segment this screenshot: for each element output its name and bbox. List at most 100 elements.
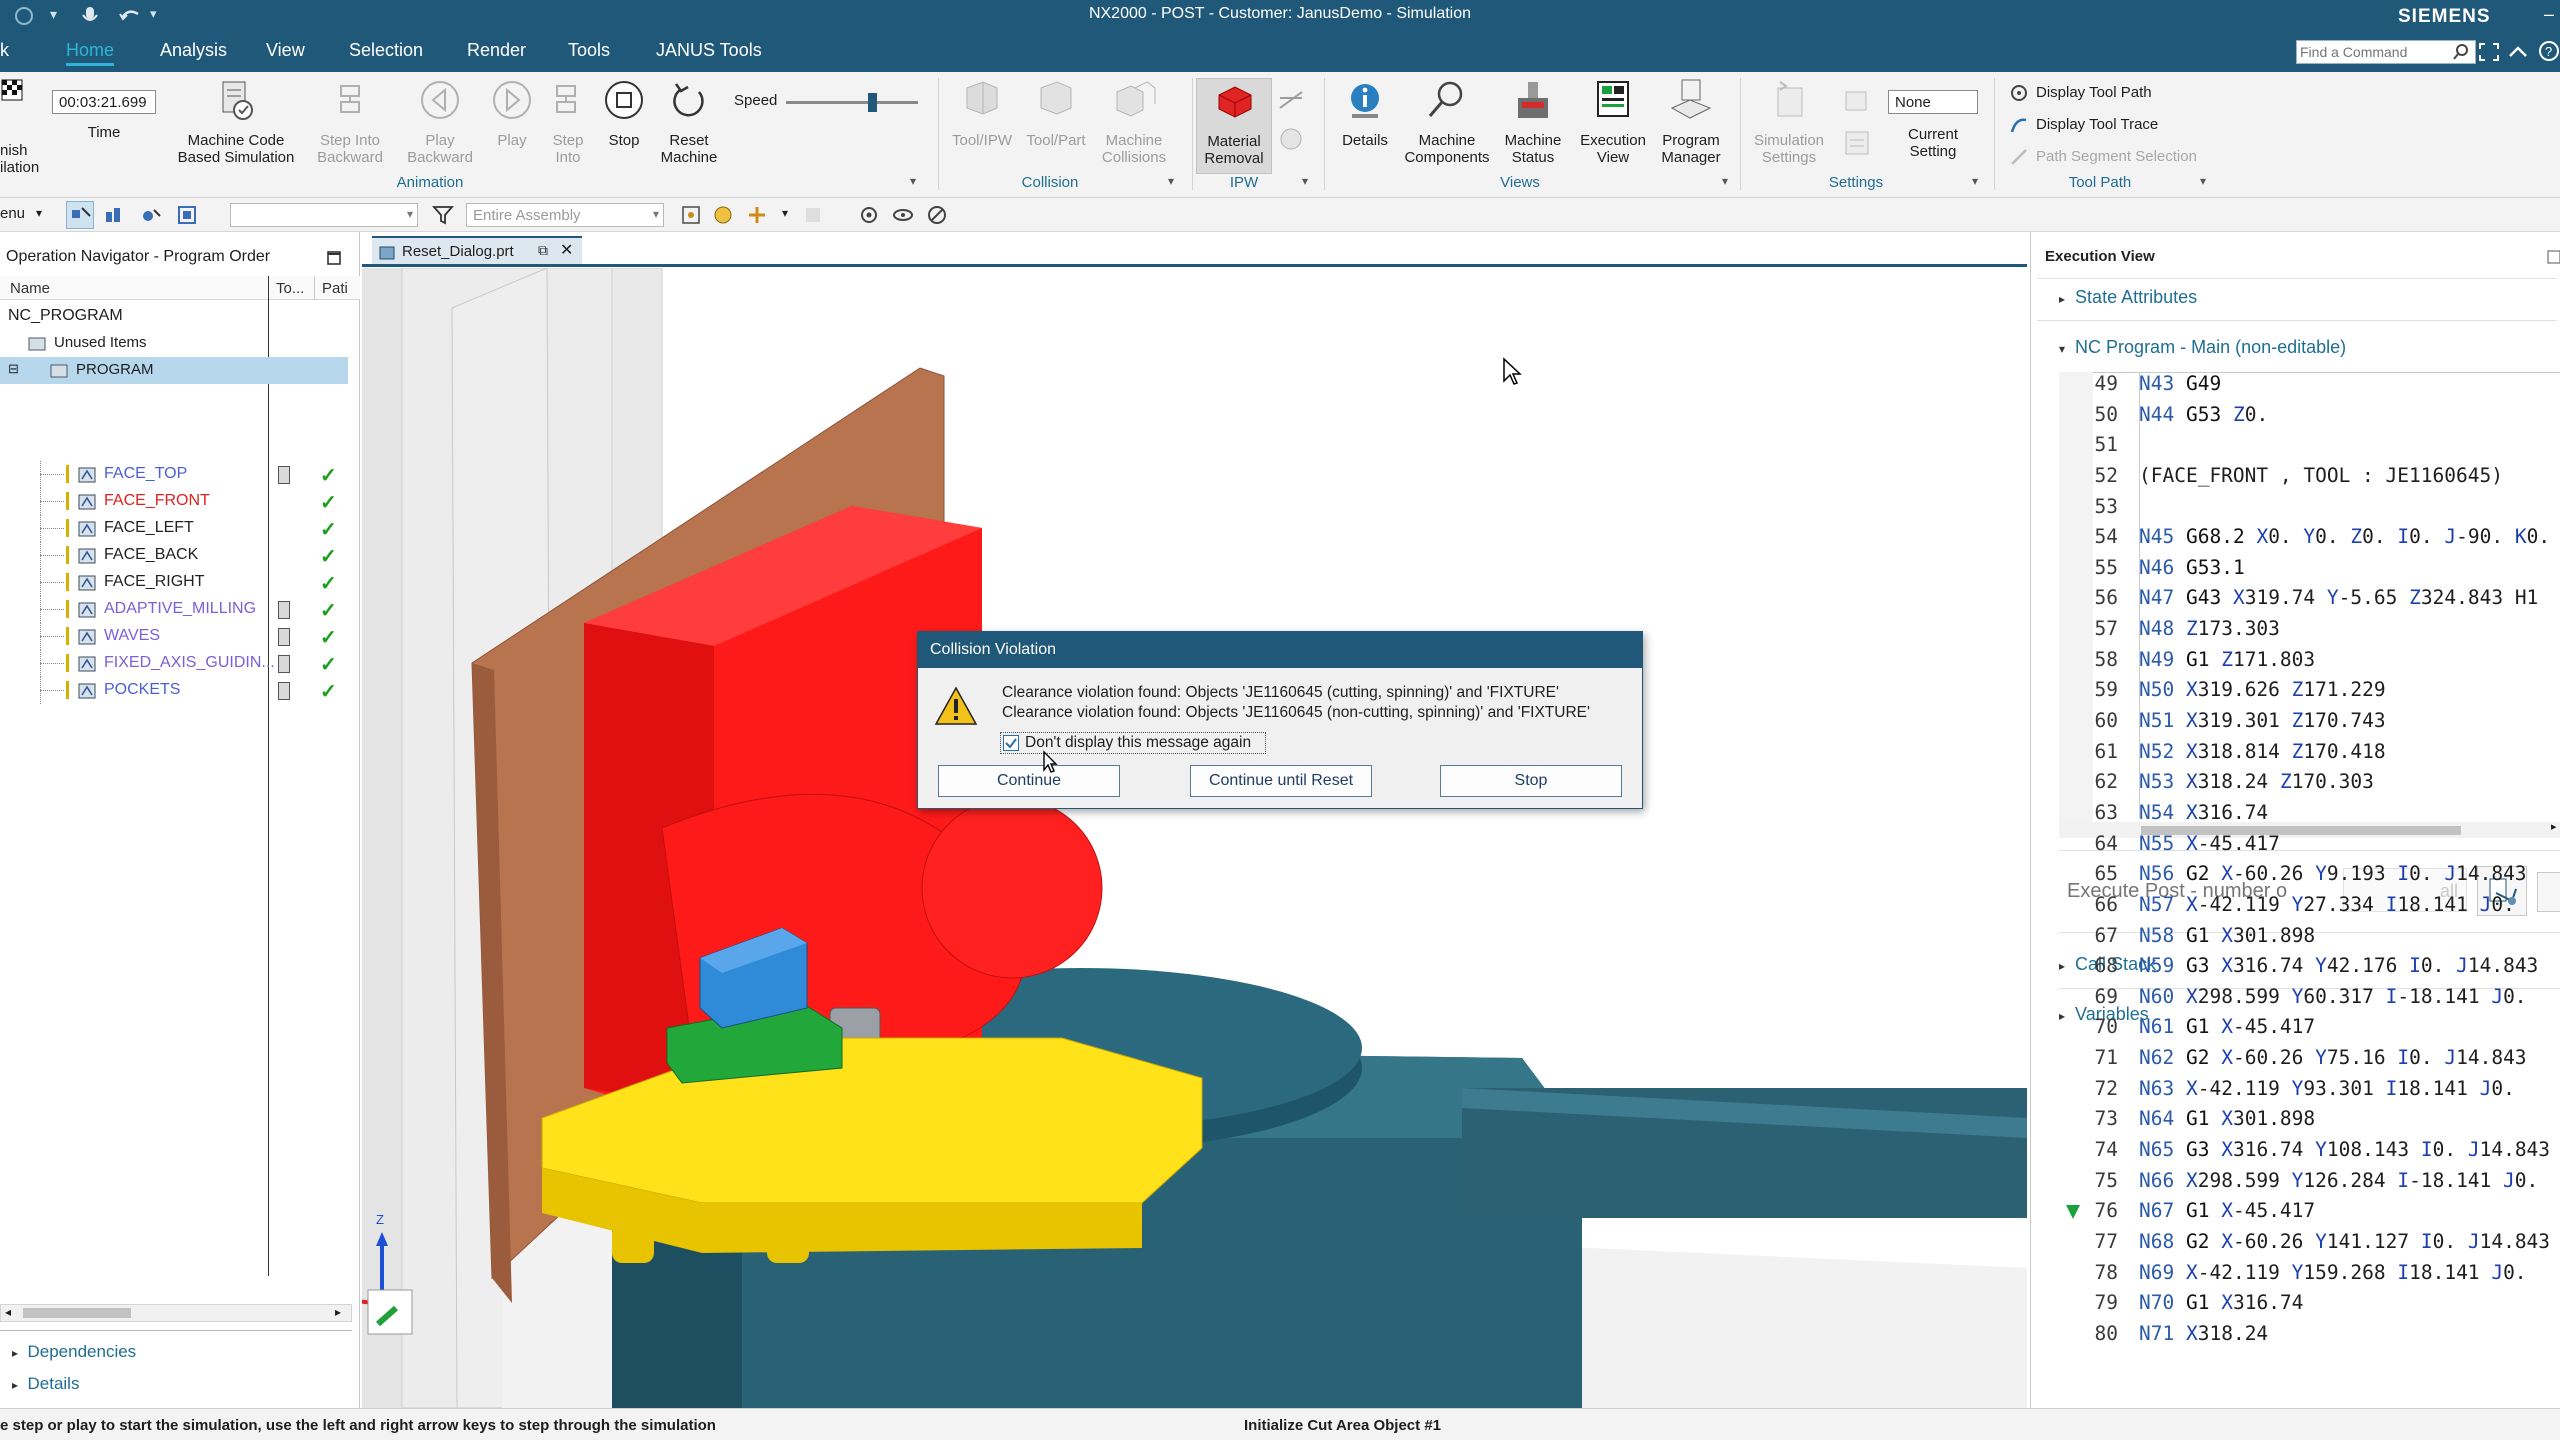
settings-option-icon[interactable] xyxy=(1842,88,1872,116)
code-line[interactable]: N46 G53.1 xyxy=(2139,556,2245,579)
collision-more-icon[interactable]: ▾ xyxy=(1168,174,1174,188)
minimize-icon[interactable]: – xyxy=(2544,4,2554,25)
menu-analysis[interactable]: Analysis xyxy=(160,40,227,61)
code-line[interactable]: N58 G1 X301.898 xyxy=(2139,924,2315,947)
document-tab[interactable]: Reset_Dialog.prt ⧉ ✕ xyxy=(372,236,582,264)
code-line[interactable]: N71 X318.24 xyxy=(2139,1322,2268,1345)
play-button[interactable]: Play xyxy=(486,78,538,149)
continue-until-reset-button[interactable]: Continue until Reset xyxy=(1190,765,1372,797)
stop-dialog-button[interactable]: Stop xyxy=(1440,765,1622,797)
code-line[interactable]: N47 G43 X319.74 Y-5.65 Z324.843 H1 xyxy=(2139,586,2538,609)
simulation-settings-button[interactable]: Simulation Settings xyxy=(1746,78,1832,166)
show-hide-icon[interactable] xyxy=(858,204,880,226)
code-line[interactable]: N66 X298.599 Y126.284 I-18.141 J0. xyxy=(2139,1169,2538,1192)
code-line[interactable]: N52 X318.814 Z170.418 xyxy=(2139,740,2386,763)
dont-display-checkbox[interactable] xyxy=(1003,735,1019,751)
nc-program-section[interactable]: ▾ NC Program - Main (non-editable) xyxy=(2059,337,2346,358)
code-line[interactable]: N69 X-42.119 Y159.268 I18.141 J0. xyxy=(2139,1261,2527,1284)
operation-row[interactable]: ADAPTIVE_MILLING ✓ xyxy=(0,596,360,623)
code-line[interactable]: N43 G49 xyxy=(2139,372,2221,395)
code-line[interactable]: N67 G1 X-45.417 xyxy=(2139,1199,2315,1222)
type-filter-dropdown[interactable]: ▾ xyxy=(230,203,418,227)
continue-button[interactable]: Continue xyxy=(938,765,1120,797)
code-line[interactable]: N57 X-42.119 Y27.334 I18.141 J0. xyxy=(2139,893,2515,916)
menu-selection[interactable]: Selection xyxy=(349,40,423,61)
graphics-window[interactable]: Reset_Dialog.prt ⧉ ✕ Z xyxy=(362,232,2027,1408)
view-visibility-icon[interactable] xyxy=(892,204,914,226)
code-line[interactable]: N61 G1 X-45.417 xyxy=(2139,1015,2315,1038)
snap-point-icon[interactable] xyxy=(680,204,702,226)
scroll-left-icon[interactable]: ◂ xyxy=(5,1305,11,1319)
code-line[interactable]: N62 G2 X-60.26 Y75.16 I0. J14.843 xyxy=(2139,1046,2527,1069)
material-removal-button[interactable]: Material Removal xyxy=(1196,78,1272,174)
code-line[interactable]: N64 G1 X301.898 xyxy=(2139,1107,2315,1130)
operation-row[interactable]: FACE_FRONT ✓ xyxy=(0,488,360,515)
horizontal-scrollbar[interactable]: ◂ ▸ xyxy=(0,1304,352,1322)
code-line[interactable]: N49 G1 Z171.803 xyxy=(2139,648,2315,671)
machine-collisions-button[interactable]: Machine Collisions xyxy=(1094,78,1174,166)
code-line[interactable]: N51 X319.301 Z170.743 xyxy=(2139,709,2386,732)
tool-path-more-icon[interactable]: ▾ xyxy=(2200,174,2206,188)
search-icon[interactable] xyxy=(2452,43,2470,61)
execute-options-button[interactable] xyxy=(2537,872,2560,912)
find-command-input[interactable] xyxy=(2300,43,2450,61)
collapse-ribbon-icon[interactable] xyxy=(2508,44,2528,58)
code-line[interactable]: N53 X318.24 Z170.303 xyxy=(2139,770,2374,793)
code-line[interactable]: N45 G68.2 X0. Y0. Z0. I0. J-90. K0. xyxy=(2139,525,2550,548)
code-line[interactable]: N68 G2 X-60.26 Y141.127 I0. J14.843 xyxy=(2139,1230,2550,1253)
code-line[interactable]: N50 X319.626 Z171.229 xyxy=(2139,678,2386,701)
filter-icon[interactable] xyxy=(432,204,454,226)
select-object-icon[interactable] xyxy=(140,204,162,226)
menu-file-partial[interactable]: k xyxy=(0,40,9,61)
select-feature-icon[interactable] xyxy=(104,204,126,226)
close-tab-icon[interactable]: ✕ xyxy=(560,240,573,260)
collapse-icon[interactable]: ⊟ xyxy=(8,361,19,377)
code-hscrollbar[interactable]: ▸ xyxy=(2061,820,2560,838)
tab-float-icon[interactable]: ⧉ xyxy=(538,242,548,259)
column-name[interactable]: Name xyxy=(10,280,50,297)
animation-more-icon[interactable]: ▾ xyxy=(910,174,916,188)
play-backward-button[interactable]: Play Backward xyxy=(398,78,482,166)
tree-row-nc-program[interactable]: NC_PROGRAM xyxy=(0,303,360,330)
operation-row[interactable]: POCKETS ✓ xyxy=(0,677,360,704)
menu-tools[interactable]: Tools xyxy=(568,40,610,61)
clear-selection-icon[interactable] xyxy=(926,204,948,226)
dependencies-section[interactable]: ▸ Dependencies xyxy=(12,1342,136,1362)
scroll-right-icon[interactable]: ▸ xyxy=(335,1305,341,1319)
menu-home[interactable]: Home xyxy=(66,40,115,66)
operation-row[interactable]: FACE_BACK ✓ xyxy=(0,542,360,569)
operation-row[interactable]: FACE_RIGHT ✓ xyxy=(0,569,360,596)
menu-dropdown[interactable]: enu xyxy=(0,205,25,222)
current-setting-field[interactable]: None xyxy=(1888,90,1978,114)
maximize-panel-icon[interactable] xyxy=(2547,250,2560,264)
scroll-thumb[interactable] xyxy=(23,1308,131,1318)
column-tool[interactable]: To... xyxy=(276,280,304,297)
speed-slider-thumb[interactable] xyxy=(868,93,877,112)
settings-more-icon[interactable]: ▾ xyxy=(1972,174,1978,188)
help-icon[interactable]: ? xyxy=(2538,40,2560,62)
find-command-box[interactable] xyxy=(2296,40,2476,64)
step-into-button[interactable]: Step Into xyxy=(542,78,594,166)
tool-part-button[interactable]: Tool/Part xyxy=(1018,78,1094,149)
operation-row[interactable]: FACE_LEFT ✓ xyxy=(0,515,360,542)
menu-janus-tools[interactable]: JANUS Tools xyxy=(656,40,762,61)
ipw-more-icon[interactable]: ▾ xyxy=(1302,174,1308,188)
code-line[interactable]: N55 X-45.417 xyxy=(2139,832,2280,855)
views-more-icon[interactable]: ▾ xyxy=(1722,174,1728,188)
code-line[interactable]: N44 G53 Z0. xyxy=(2139,403,2268,426)
scroll-right-icon[interactable]: ▸ xyxy=(2551,820,2557,833)
snap-settings-icon[interactable] xyxy=(712,204,734,226)
assembly-scope-dropdown[interactable]: Entire Assembly ▾ xyxy=(466,203,664,227)
operation-row[interactable]: FIXED_AXIS_GUIDIN... ✓ xyxy=(0,650,360,677)
menu-dropdown-arrow-icon[interactable]: ▾ xyxy=(36,206,42,220)
fullscreen-icon[interactable] xyxy=(2478,42,2500,62)
settings-list-icon[interactable] xyxy=(1842,128,1872,158)
program-manager-button[interactable]: Program Manager xyxy=(1652,78,1730,166)
menu-view[interactable]: View xyxy=(266,40,305,61)
step-into-backward-button[interactable]: Step Into Backward xyxy=(312,78,388,166)
execution-view-button[interactable]: Execution View xyxy=(1574,78,1652,166)
code-line[interactable]: N70 G1 X316.74 xyxy=(2139,1291,2303,1314)
code-line[interactable]: (FACE_FRONT , TOOL : JE1160645) xyxy=(2139,464,2503,487)
select-group-icon[interactable] xyxy=(176,204,198,226)
code-line[interactable]: N48 Z173.303 xyxy=(2139,617,2280,640)
